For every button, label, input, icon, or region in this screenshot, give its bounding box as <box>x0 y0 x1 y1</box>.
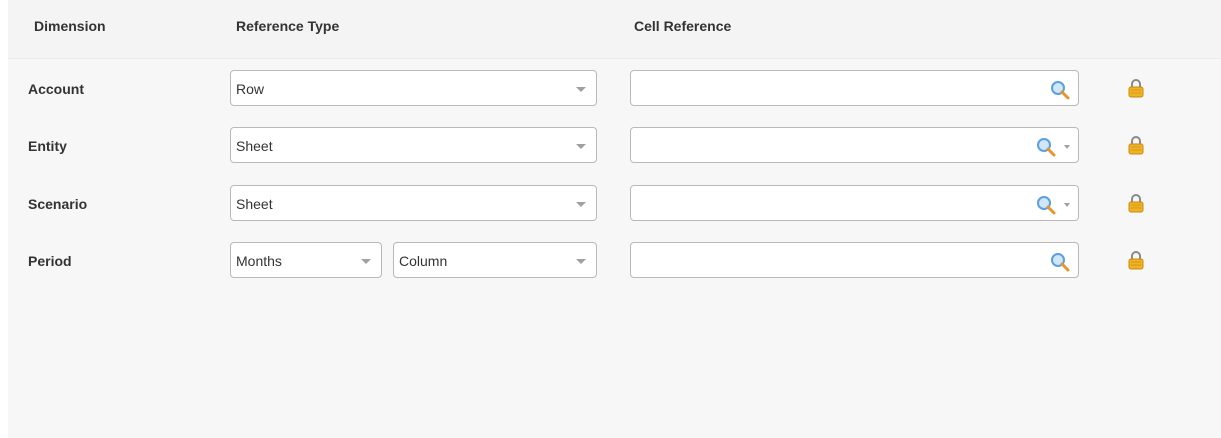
table-header: Dimension Reference Type Cell Reference <box>8 0 1221 59</box>
lock-icon[interactable] <box>1128 250 1144 270</box>
dimension-label: Account <box>28 81 84 97</box>
row-entity: Entity Sheet <box>8 127 1221 165</box>
chevron-down-icon[interactable] <box>1064 145 1070 149</box>
dimension-mapping-panel: Dimension Reference Type Cell Reference … <box>8 0 1221 438</box>
chevron-down-icon[interactable] <box>1064 203 1070 207</box>
cell-reference-input[interactable] <box>630 242 1079 278</box>
chevron-down-icon <box>576 144 586 149</box>
magnifier-icon[interactable] <box>1036 195 1056 215</box>
row-account: Account Row <box>8 70 1221 108</box>
chevron-down-icon <box>576 87 586 92</box>
cell-reference-input[interactable] <box>630 70 1079 106</box>
chevron-down-icon <box>576 202 586 207</box>
header-reference-type: Reference Type <box>236 18 340 34</box>
cell-reference-input[interactable] <box>630 127 1079 163</box>
chevron-down-icon <box>361 259 371 264</box>
magnifier-icon[interactable] <box>1050 252 1070 272</box>
dimension-label: Scenario <box>28 196 88 212</box>
reference-type-secondary-select[interactable]: Column <box>393 242 597 278</box>
chevron-down-icon <box>576 259 586 264</box>
reference-type-primary-value: Months <box>236 253 282 269</box>
reference-type-select[interactable]: Row <box>230 70 597 106</box>
row-period: Period Months Column <box>8 242 1221 280</box>
cell-reference-input[interactable] <box>630 185 1079 221</box>
row-scenario: Scenario Sheet <box>8 185 1221 223</box>
dimension-label: Entity <box>28 138 67 154</box>
magnifier-icon[interactable] <box>1050 80 1070 100</box>
lock-icon[interactable] <box>1128 193 1144 213</box>
reference-type-value: Sheet <box>236 138 273 154</box>
reference-type-secondary-value: Column <box>399 253 448 269</box>
magnifier-icon[interactable] <box>1036 137 1056 157</box>
reference-type-value: Sheet <box>236 196 273 212</box>
lock-icon[interactable] <box>1128 135 1144 155</box>
reference-type-select[interactable]: Sheet <box>230 127 597 163</box>
reference-type-select[interactable]: Sheet <box>230 185 597 221</box>
dimension-label: Period <box>28 253 72 269</box>
reference-type-primary-select[interactable]: Months <box>230 242 382 278</box>
header-dimension: Dimension <box>34 18 106 34</box>
header-cell-reference: Cell Reference <box>634 18 732 34</box>
reference-type-value: Row <box>236 81 265 97</box>
lock-icon[interactable] <box>1128 78 1144 98</box>
